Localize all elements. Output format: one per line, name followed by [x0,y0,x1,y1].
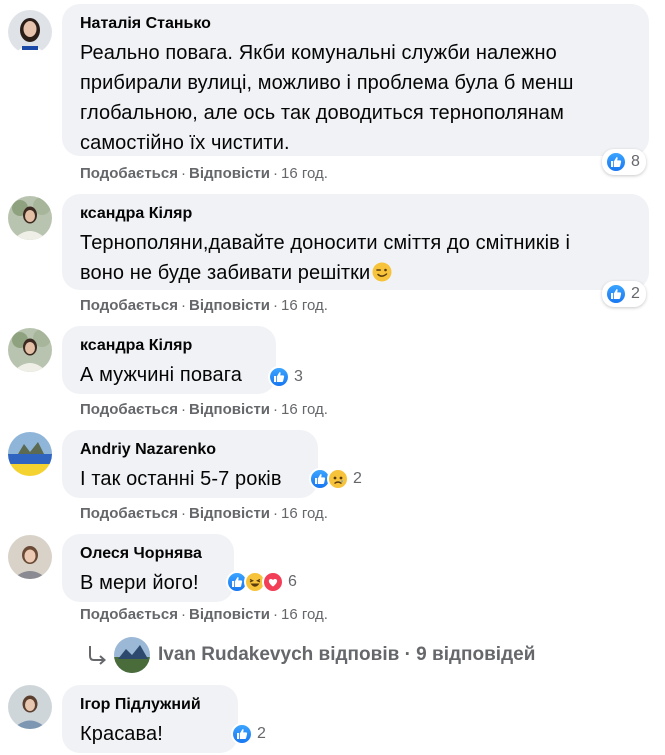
comment-bubble: Олеся Чорнява В мери його! [62,534,234,602]
comment-text: І так останні 5-7 років [80,468,282,490]
comment-author[interactable]: ксандра Кіляр [80,336,262,356]
comment-author[interactable]: Andriy Nazarenko [80,440,304,460]
comment-bubble: ксандра Кіляр А мужчині повага [62,326,276,394]
comment-bubble: Ігор Підлужний Красава! [62,685,238,753]
thumbs-up-icon [605,151,627,173]
heart-icon [262,571,284,593]
reaction-count-badge[interactable]: 2 [228,721,272,747]
reaction-count-badge[interactable]: 8 [602,149,646,175]
sad-face-icon [327,468,349,490]
comment-author[interactable]: Ігор Підлужний [80,695,224,715]
avatar[interactable] [8,432,52,476]
winking-face-emoji [372,261,392,291]
like-action[interactable]: Подобається [80,505,178,522]
comment-author[interactable]: Наталія Станько [80,14,635,34]
comment-author[interactable]: Олеся Чорнява [80,544,220,564]
avatar[interactable] [8,535,52,579]
thumbs-up-icon [231,723,253,745]
comment-text: Реально повага. Якби комунальні служби н… [80,42,574,154]
avatar [114,637,150,673]
comment-text: В мери його! [80,572,199,594]
avatar[interactable] [8,328,52,372]
comment-timestamp[interactable]: 16 год. [281,165,328,182]
like-action[interactable]: Подобається [80,606,178,623]
comment-timestamp[interactable]: 16 год. [281,297,328,314]
reply-arrow-icon [84,642,110,668]
reaction-count-badge[interactable]: 6 [223,569,303,595]
comment-timestamp[interactable]: 16 год. [281,401,328,418]
comment-actions: Подобається · Відповісти · 16 год. [80,505,328,522]
reply-author: Ivan Rudakevych [158,644,314,665]
reaction-count-badge[interactable]: 2 [602,281,646,307]
like-action[interactable]: Подобається [80,297,178,314]
reply-action[interactable]: Відповісти [189,165,270,182]
comment-actions: Подобається · Відповісти · 16 год. [80,401,328,418]
comment-bubble: ксандра Кіляр Тернополяни,давайте доноси… [62,194,649,290]
comment-text: А мужчині повага [80,364,242,386]
avatar[interactable] [8,196,52,240]
comment-text: Красава! [80,723,163,745]
reply-count: 9 відповідей [416,644,536,665]
reply-action[interactable]: Відповісти [189,606,270,623]
thumbs-up-icon [605,283,627,305]
comment-actions: Подобається · Відповісти · 16 год. [80,606,328,623]
comment-actions: Подобається · Відповісти · 16 год. [80,297,328,314]
thumbs-up-icon [268,366,290,388]
avatar[interactable] [8,10,52,54]
comment-text: Тернополяни,давайте доносити сміття до с… [80,228,635,291]
reply-action[interactable]: Відповісти [189,297,270,314]
like-action[interactable]: Подобається [80,401,178,418]
like-action[interactable]: Подобається [80,165,178,182]
reaction-count-badge[interactable]: 2 [306,466,368,492]
comment-author[interactable]: ксандра Кіляр [80,204,635,224]
reply-verb: відповів [318,644,400,665]
view-replies-link[interactable]: Ivan Rudakevych відповів · 9 відповідей [84,637,535,673]
comment-bubble: Наталія Станько Реально повага. Якби ком… [62,4,649,156]
reaction-count-badge[interactable]: 3 [265,364,309,390]
comment-timestamp[interactable]: 16 год. [281,505,328,522]
comment-bubble: Andriy Nazarenko І так останні 5-7 років [62,430,318,498]
comment-actions: Подобається · Відповісти · 16 год. [80,165,328,182]
reply-action[interactable]: Відповісти [189,401,270,418]
reply-action[interactable]: Відповісти [189,505,270,522]
comment-timestamp[interactable]: 16 год. [281,606,328,623]
avatar[interactable] [8,685,52,729]
